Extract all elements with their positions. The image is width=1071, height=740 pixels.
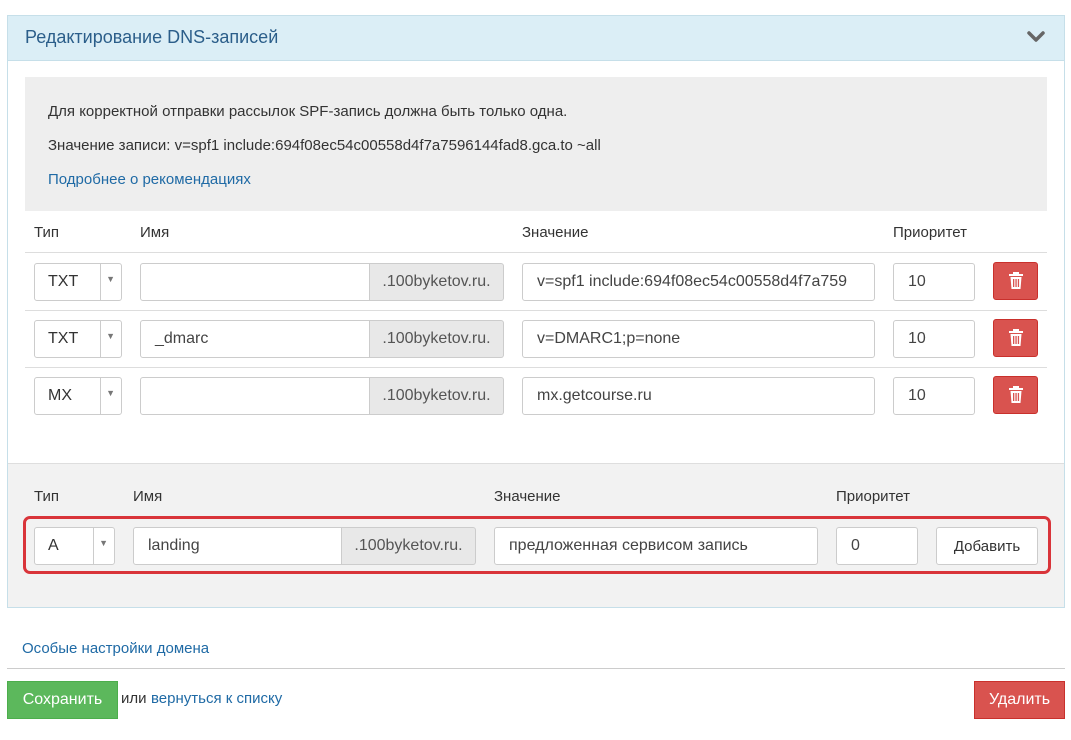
record-priority-input[interactable]: 10 — [893, 263, 975, 301]
special-domain-settings-link[interactable]: Особые настройки домена — [22, 640, 209, 657]
new-record-type-select[interactable]: A ▼ — [34, 527, 115, 565]
domain-suffix: .100byketov.ru. — [370, 377, 504, 415]
delete-record-button[interactable] — [993, 376, 1038, 414]
delete-record-button[interactable] — [993, 319, 1038, 357]
caret-down-icon: ▼ — [106, 388, 115, 398]
record-priority-input[interactable]: 10 — [893, 377, 975, 415]
caret-down-icon: ▼ — [99, 538, 108, 548]
back-to-list-link[interactable]: вернуться к списку — [151, 690, 282, 707]
header-name: Имя — [140, 224, 170, 241]
record-name-input[interactable]: _dmarc — [140, 320, 370, 358]
header-type: Тип — [34, 224, 60, 241]
record-value-input[interactable]: mx.getcourse.ru — [522, 377, 875, 415]
record-name-input[interactable] — [140, 377, 370, 415]
save-button[interactable]: Сохранить — [7, 681, 118, 719]
new-record-value-input[interactable]: предложенная сервисом запись — [494, 527, 818, 565]
row-divider — [25, 310, 1047, 311]
header-priority: Приоритет — [893, 224, 967, 241]
header-name: Имя — [133, 488, 163, 505]
trash-icon — [1009, 329, 1023, 346]
row-divider — [25, 367, 1047, 368]
header-value: Значение — [494, 488, 561, 505]
row-divider — [25, 252, 1047, 253]
divider — [7, 668, 1065, 669]
panel-title: Редактирование DNS-записей — [25, 27, 279, 47]
record-value-input[interactable]: v=DMARC1;p=none — [522, 320, 875, 358]
record-priority-input[interactable]: 10 — [893, 320, 975, 358]
record-value-input[interactable]: v=spf1 include:694f08ec54c00558d4f7a759 — [522, 263, 875, 301]
trash-icon — [1009, 386, 1023, 403]
panel-header[interactable]: Редактирование DNS-записей — [8, 16, 1064, 61]
delete-record-button[interactable] — [993, 262, 1038, 300]
dns-records-panel: Редактирование DNS-записей Для корректно… — [7, 15, 1065, 608]
recommendations-link[interactable]: Подробнее о рекомендациях — [48, 171, 251, 188]
new-record-priority-input[interactable]: 0 — [836, 527, 918, 565]
spf-notice: Для корректной отправки рассылок SPF-зап… — [25, 77, 1047, 211]
chevron-down-icon[interactable] — [1027, 30, 1045, 44]
caret-down-icon: ▼ — [106, 274, 115, 284]
domain-suffix: .100byketov.ru. — [370, 320, 504, 358]
header-value: Значение — [522, 224, 589, 241]
record-name-input[interactable] — [140, 263, 370, 301]
new-record-section: Тип Имя Значение Приоритет A ▼ landing .… — [8, 463, 1064, 607]
record-type-select[interactable]: TXT ▼ — [34, 320, 122, 358]
notice-record-value: Значение записи: v=spf1 include:694f08ec… — [48, 137, 601, 154]
trash-icon — [1009, 272, 1023, 289]
record-type-select[interactable]: MX ▼ — [34, 377, 122, 415]
delete-domain-button[interactable]: Удалить — [974, 681, 1065, 719]
notice-text: Для корректной отправки рассылок SPF-зап… — [48, 103, 568, 120]
add-record-button[interactable]: Добавить — [936, 527, 1038, 565]
domain-suffix: .100byketov.ru. — [342, 527, 476, 565]
new-record-name-input[interactable]: landing — [133, 527, 342, 565]
domain-suffix: .100byketov.ru. — [370, 263, 504, 301]
header-type: Тип — [34, 488, 60, 505]
header-priority: Приоритет — [836, 488, 910, 505]
or-text: или — [121, 690, 147, 707]
caret-down-icon: ▼ — [106, 331, 115, 341]
record-type-select[interactable]: TXT ▼ — [34, 263, 122, 301]
